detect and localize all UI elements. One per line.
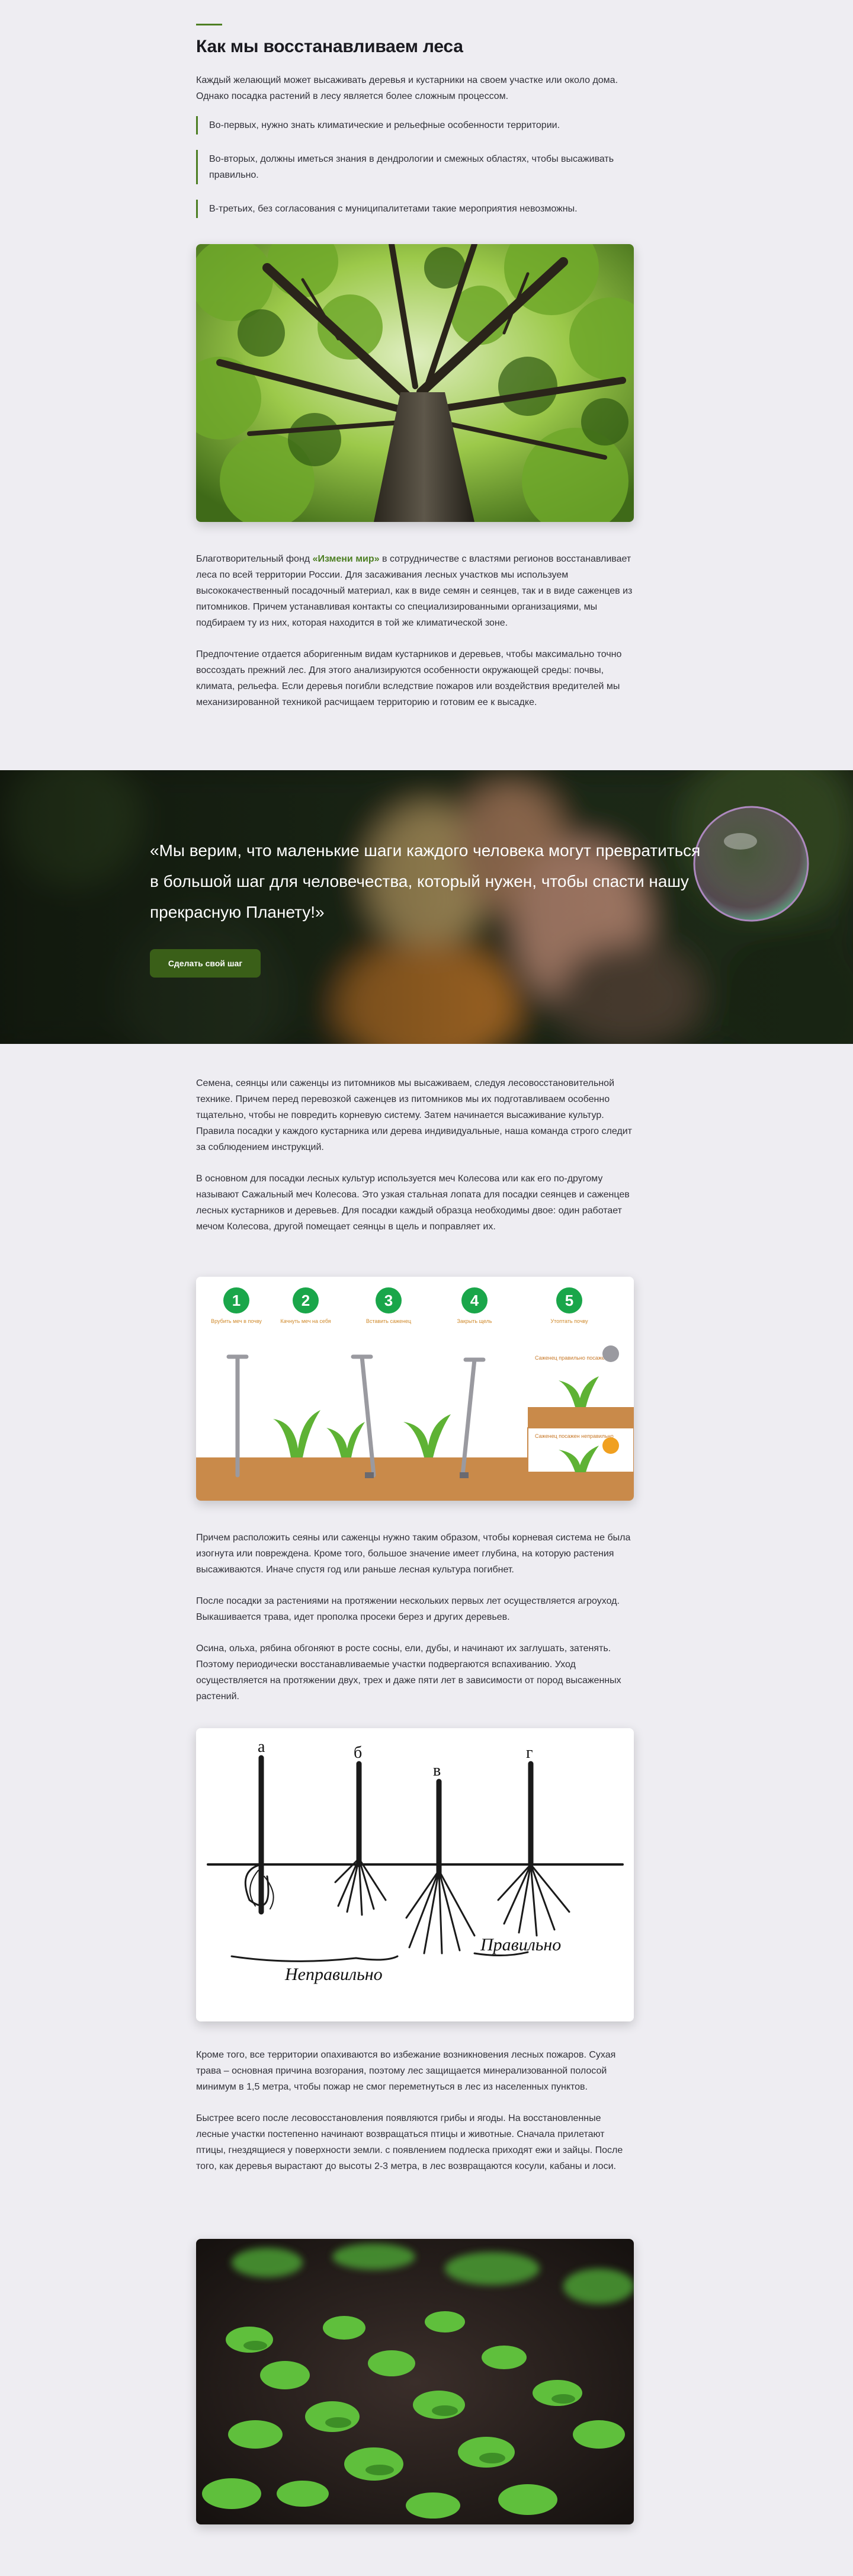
fire-protection-paragraph: Кроме того, все территории опахиваются в… (196, 2050, 616, 2092)
step-number-1: 1 (232, 1292, 240, 1309)
root-placement-paragraph: Причем расположить сеяны или саженцы нуж… (196, 1533, 631, 1575)
root-letter-g: г (526, 1744, 533, 1762)
step-caption-5: Утоптать почву (550, 1318, 588, 1324)
step-caption-4: Закрыть щель (457, 1318, 492, 1324)
native-species-paragraph: Предпочтение отдается аборигенным видам … (196, 649, 622, 707)
intro-block: Каждый желающий может высаживать деревья… (196, 72, 634, 235)
bullet-item: В-третьих, без согласования с муниципали… (196, 200, 634, 218)
section-title: Как мы восстанавливаем леса (196, 37, 463, 56)
aftercare-paragraph: После посадки за растениями на протяжени… (196, 1596, 620, 1622)
incorrect-planting-note: Саженец посажен неправильно (535, 1433, 614, 1439)
step-number-2: 2 (302, 1292, 310, 1309)
wrong-label: Неправильно (284, 1965, 383, 1984)
mission-quote: «Мы верим, что маленькие шаги каждого че… (150, 841, 701, 921)
fund-name-link[interactable]: «Измени мир» (313, 554, 380, 564)
description-block-1: Благотворительный фонд «Измени мир» в со… (196, 551, 634, 726)
competition-paragraph: Осина, ольха, рябина обгоняют в росте со… (196, 1643, 621, 1702)
oak-tree-photo (196, 244, 634, 522)
step-number-4: 4 (470, 1292, 479, 1309)
step-caption-3: Вставить саженец (366, 1318, 411, 1324)
step-caption-1: Врубить меч в почву (211, 1318, 262, 1324)
step-caption-2: Качнуть меч на себя (280, 1318, 331, 1324)
fund-paragraph: Благотворительный фонд «Измени мир» в со… (196, 551, 634, 631)
description-block-2: Семена, сеянцы или саженцы из питомников… (196, 1075, 634, 1250)
step-number-3: 3 (384, 1292, 393, 1309)
quote-banner: «Мы верим, что маленькие шаги каждого че… (0, 770, 853, 1044)
root-planting-illustration: а б в г Неправильно Правильно (196, 1728, 634, 2021)
planting-steps-illustration: 1 Врубить меч в почву 2 Качнуть меч на себя… (196, 1277, 634, 1501)
fund-text-before: Благотворительный фонд (196, 554, 313, 564)
root-letter-b: б (354, 1744, 362, 1762)
bullet-item: Во-первых, нужно знать климатические и р… (196, 116, 634, 134)
root-letter-v: в (433, 1761, 441, 1780)
heading-accent-line (196, 24, 222, 25)
planting-technique-paragraph: Семена, сеянцы или саженцы из питомников… (196, 1078, 632, 1152)
correct-planting-note: Саженец правильно посажен (535, 1355, 608, 1361)
step-number-5: 5 (565, 1292, 573, 1309)
description-block-3: Причем расположить сеяны или саженцы нуж… (196, 1530, 634, 1720)
intro-text: Каждый желающий может высаживать деревья… (196, 75, 618, 101)
right-label: Правильно (480, 1935, 561, 1955)
seedlings-photo (196, 2239, 634, 2524)
make-your-step-button[interactable]: Сделать свой шаг (150, 949, 261, 978)
fund-text-after: в сотрудничестве с властями регионов вос… (196, 554, 633, 628)
wildlife-return-paragraph: Быстрее всего после лесовосстановления п… (196, 2113, 623, 2171)
root-letter-a: а (258, 1738, 265, 1756)
kolesov-sword-paragraph: В основном для посадки лесных культур ис… (196, 1174, 630, 1232)
description-block-4: Кроме того, все территории опахиваются в… (196, 2047, 634, 2190)
bullet-item: Во-вторых, должны иметься знания в дендр… (196, 150, 634, 184)
